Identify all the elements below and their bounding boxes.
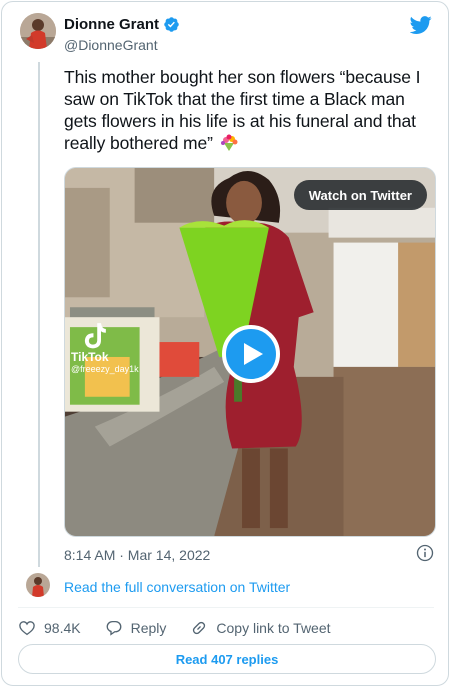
like-action[interactable]: 98.4K xyxy=(18,619,81,637)
heart-icon xyxy=(19,621,35,636)
tiktok-watermark: TikTok @freeezy_day1k xyxy=(71,322,139,375)
bouquet-emoji-icon xyxy=(220,134,238,151)
link-icon xyxy=(193,621,206,635)
tweet-body: This mother bought her son flowers “beca… xyxy=(64,67,421,153)
tiktok-logo-icon xyxy=(84,323,106,349)
embedded-tweet-card: Dionne Grant @DionneGrant This mother bo… xyxy=(1,1,449,686)
conversation-row: Read the full conversation on Twitter xyxy=(2,569,448,605)
watch-on-twitter-button[interactable]: Watch on Twitter xyxy=(293,180,427,210)
copy-link-action[interactable]: Copy link to Tweet xyxy=(190,619,331,637)
twitter-bird-icon[interactable] xyxy=(410,14,432,36)
video-media[interactable]: Watch on Twitter TikTok @freeezy_day1k xyxy=(64,167,436,537)
thread-line xyxy=(38,62,40,567)
tweet-actions: 98.4K Reply Copy link to Tweet xyxy=(18,616,355,640)
tweet-timestamp[interactable]: 8:14 AM · Mar 14, 2022 xyxy=(64,547,210,563)
divider xyxy=(18,607,434,608)
like-count: 98.4K xyxy=(44,620,81,636)
play-button[interactable] xyxy=(222,325,280,383)
copy-link-label: Copy link to Tweet xyxy=(216,620,331,636)
conversation-avatar[interactable] xyxy=(26,573,50,597)
tweet-text: This mother bought her son flowers “beca… xyxy=(64,66,440,154)
reply-label: Reply xyxy=(130,620,167,636)
read-full-conversation-link[interactable]: Read the full conversation on Twitter xyxy=(64,579,290,595)
tweet-header: Dionne Grant @DionneGrant xyxy=(2,2,448,62)
read-replies-button[interactable]: Read 407 replies xyxy=(18,644,436,674)
author-display-name[interactable]: Dionne Grant xyxy=(64,16,159,33)
info-icon[interactable] xyxy=(416,544,434,562)
reply-bubble-icon xyxy=(106,620,122,636)
tiktok-username: @freeezy_day1k xyxy=(71,364,139,374)
verified-badge-icon xyxy=(164,17,179,32)
author-avatar[interactable] xyxy=(20,13,56,49)
play-icon xyxy=(244,343,263,365)
author-handle[interactable]: @DionneGrant xyxy=(64,37,158,53)
author-name-line: Dionne Grant xyxy=(64,16,180,33)
reply-action[interactable]: Reply xyxy=(105,619,167,637)
tiktok-brand-label: TikTok xyxy=(71,350,109,364)
